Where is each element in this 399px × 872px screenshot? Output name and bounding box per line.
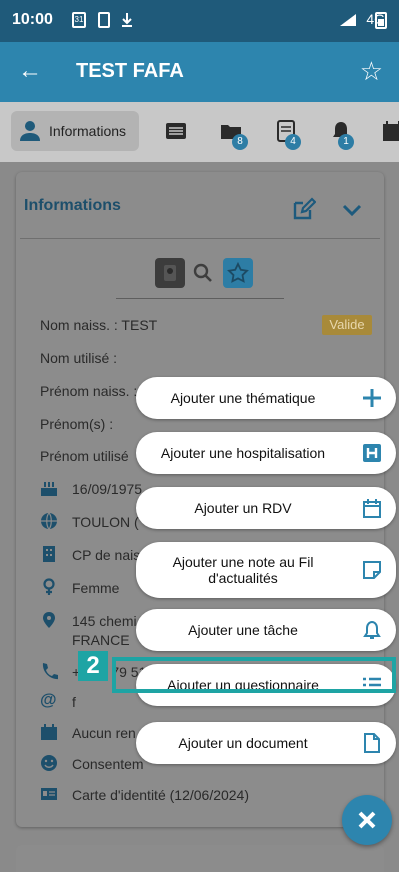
birth-date: 16/09/1975: [72, 481, 143, 497]
tutorial-highlight: [112, 657, 396, 693]
birth-place: TOULON (: [72, 514, 139, 530]
id-card-icon: [41, 788, 57, 800]
sex: Femme: [72, 580, 120, 596]
divider: [20, 238, 380, 239]
edit-icon[interactable]: [292, 197, 316, 221]
cake-icon: [41, 482, 57, 496]
bell-badge: 1: [338, 134, 354, 150]
email-icon: @: [40, 690, 57, 709]
female-icon: [43, 578, 55, 595]
person-icon: [20, 121, 40, 141]
menu-item-rdv[interactable]: Ajouter un RDV: [136, 487, 396, 529]
battery-icon: [375, 12, 387, 29]
favorite-star-icon[interactable]: ☆: [360, 56, 383, 87]
field-nom-naissance: Nom naiss. : TEST: [40, 317, 158, 333]
field-nom-utilise: Nom utilisé :: [40, 350, 118, 366]
next-card: [16, 845, 384, 872]
status-badge: Valide: [322, 315, 372, 335]
field-prenoms: Prénom(s) :: [40, 416, 114, 432]
card-title: Informations: [24, 197, 121, 214]
note-icon: [363, 561, 381, 579]
menu-item-document[interactable]: Ajouter un document: [136, 722, 396, 764]
tab-bar: Informations 8 4 1: [0, 102, 399, 162]
menu-item-hospitalisation[interactable]: Ajouter une hospitalisation: [136, 432, 396, 474]
menu-item-label: Ajouter une note au Fil d'actualités: [172, 554, 314, 586]
menu-item-tache[interactable]: Ajouter une tâche: [136, 609, 396, 651]
download-icon: [122, 13, 132, 27]
tab-informations-label: Informations: [49, 123, 127, 139]
favorite-photo-icon[interactable]: [223, 258, 253, 288]
app-bar: ← TEST FAFA ☆: [0, 42, 399, 102]
menu-item-label: Ajouter un RDV: [194, 500, 292, 516]
building-icon: [43, 546, 55, 562]
address-line-2: FRANCE: [72, 632, 130, 648]
back-arrow-icon[interactable]: ←: [18, 57, 42, 85]
sim-icon: [98, 12, 110, 28]
email-address: f: [72, 694, 76, 710]
close-fab-button[interactable]: [342, 795, 392, 845]
close-icon: [358, 811, 376, 829]
id-card: Carte d'identité (12/06/2024): [72, 787, 250, 803]
consent: Consentem: [72, 756, 144, 772]
plus-icon: [363, 389, 381, 407]
menu-item-label: Ajouter une tâche: [188, 622, 298, 638]
divider: [116, 298, 284, 299]
phone-icon: [42, 663, 58, 679]
list-card-icon[interactable]: [165, 120, 187, 142]
status-bar: 10:00 31 4G: [0, 0, 399, 42]
menu-item-label: Ajouter une hospitalisation: [160, 445, 326, 461]
menu-item-label: Ajouter une thématique: [170, 390, 316, 406]
photo-icon[interactable]: [155, 258, 185, 288]
signal-icon: [340, 14, 356, 26]
search-icon[interactable]: [193, 262, 213, 284]
status-time: 10:00: [12, 11, 53, 28]
document-icon: [364, 733, 380, 753]
menu-item-note[interactable]: Ajouter une note au Fil d'actualités: [136, 542, 396, 598]
folder-badge: 8: [232, 134, 248, 150]
address-line-1: 145 chemi: [72, 613, 137, 629]
menu-item-label: Ajouter un document: [178, 735, 308, 751]
next-appointment: Aucun ren: [72, 725, 136, 741]
page-title: TEST FAFA: [76, 60, 184, 82]
field-prenom-utilise: Prénom utilisé: [40, 448, 129, 464]
checklist-badge: 4: [285, 134, 301, 150]
calendar-icon: [363, 499, 381, 518]
step-badge: 2: [78, 651, 108, 681]
globe-icon: [41, 512, 57, 530]
calendar-icon: [41, 724, 57, 740]
chevron-down-icon[interactable]: [340, 198, 364, 222]
smiley-icon: [41, 755, 57, 771]
location-pin-icon: [43, 612, 55, 628]
bell-icon: [363, 620, 381, 639]
field-prenom-naissance: Prénom naiss. :: [40, 383, 138, 399]
calendar-icon: 31: [72, 12, 86, 28]
calendar-tab-icon[interactable]: [382, 120, 399, 142]
menu-item-thematique[interactable]: Ajouter une thématique: [136, 377, 396, 419]
tab-informations[interactable]: Informations: [11, 111, 139, 151]
hospital-icon: [363, 444, 381, 462]
